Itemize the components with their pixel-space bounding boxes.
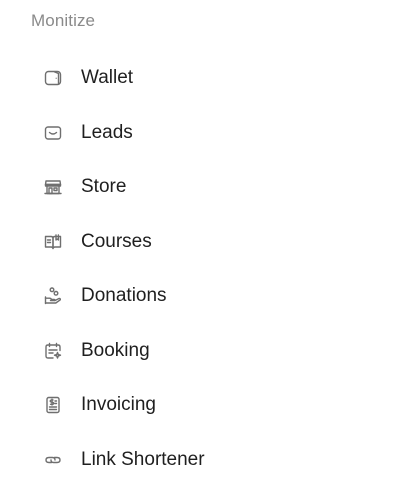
menu-item-label: Booking — [81, 339, 150, 361]
section-heading: Monitize — [31, 11, 96, 30]
menu-item-label: Link Shortener — [81, 448, 205, 470]
menu-item-courses[interactable]: Courses — [0, 215, 417, 270]
menu-item-donations[interactable]: Donations — [0, 269, 417, 324]
menu-item-label: Donations — [81, 285, 167, 307]
hand-coins-icon — [43, 286, 63, 306]
menu-item-leads[interactable]: Leads — [0, 106, 417, 161]
menu-item-booking[interactable]: Booking — [0, 324, 417, 379]
menu-item-link-shortener[interactable]: Link Shortener — [0, 433, 417, 479]
calendar-icon — [43, 341, 63, 361]
link-icon — [43, 450, 63, 470]
wallet-icon — [43, 68, 63, 88]
monetize-menu: Wallet Leads Store Courses Donations Boo… — [0, 51, 417, 479]
menu-item-label: Store — [81, 176, 127, 198]
inbox-icon — [43, 123, 63, 143]
book-icon — [43, 232, 63, 252]
menu-item-label: Wallet — [81, 67, 134, 89]
menu-item-store[interactable]: Store — [0, 160, 417, 215]
monetize-section: Monitize Wallet Leads Store Courses Dona… — [0, 0, 417, 479]
menu-item-label: Invoicing — [81, 394, 156, 416]
menu-item-invoicing[interactable]: Invoicing — [0, 378, 417, 433]
invoice-icon — [43, 395, 63, 415]
storefront-icon — [43, 177, 63, 197]
menu-item-wallet[interactable]: Wallet — [0, 51, 417, 106]
menu-item-label: Leads — [81, 121, 133, 143]
menu-item-label: Courses — [81, 230, 152, 252]
